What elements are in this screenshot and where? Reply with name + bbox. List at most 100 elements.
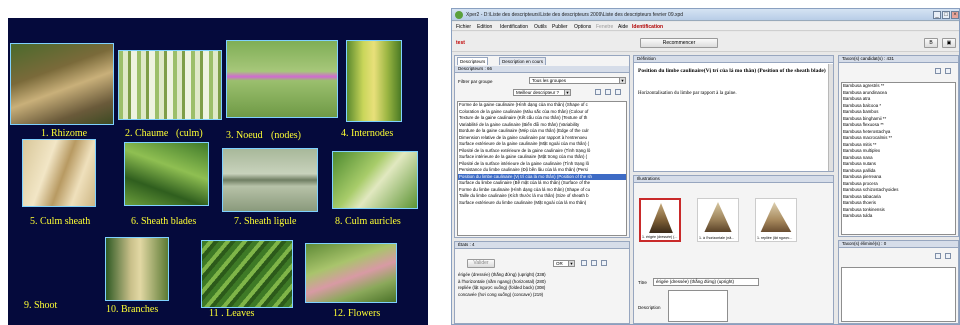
definition-body: Horizontalisation du limbe par rapport à… — [638, 91, 737, 96]
sort-states-icon[interactable] — [581, 260, 587, 266]
descriptor-list-item[interactable]: Surface extérieure du limbe caulinaire (… — [458, 200, 626, 207]
restart-button[interactable]: Recommencer — [640, 38, 718, 48]
caption-sheath-blades: 6. Sheath blades — [131, 216, 197, 227]
definition-scrollbar[interactable] — [828, 64, 833, 171]
menu-options[interactable]: Options — [574, 24, 591, 30]
eliminated-sort-icon[interactable] — [945, 253, 951, 259]
internodes-photo — [346, 40, 402, 122]
culm-photo — [118, 50, 222, 120]
thumb-caption: 1. à l'horizontale (nă... — [699, 236, 735, 240]
menu-outils[interactable]: Outils — [534, 24, 547, 30]
validate-button[interactable]: Valider — [467, 259, 495, 268]
states-panel: États : 4 Valider OR ▼ érigée (dressée) … — [454, 241, 630, 324]
descriptor-list[interactable]: Forme de la gaine caulinaire (Hình dạng … — [457, 101, 627, 236]
states-header: États : 4 — [455, 242, 629, 249]
thumb-caption: 1. érigée (dressée) (... — [642, 235, 678, 239]
menu-edition[interactable]: Edition — [477, 24, 492, 30]
window-title: Xper2 - D:\Liste des descripteurs\Liste … — [466, 12, 684, 18]
caption-branches: 10. Branches — [106, 304, 159, 315]
caption-node: 3. Noeud — [226, 130, 263, 141]
states-filter-icon[interactable] — [601, 260, 607, 266]
tab-descripteurs[interactable]: Descripteurs — [457, 57, 489, 65]
chevron-down-icon: ▼ — [568, 261, 574, 266]
definition-header: Définition — [634, 56, 833, 63]
flowers-photo — [305, 243, 397, 303]
operator-value: OR — [556, 261, 563, 266]
candidates-header: Taxon(s) candidat(s) : 431 — [839, 56, 958, 63]
sort-az-icon[interactable] — [595, 89, 601, 95]
caption-shoot: 9. Shoot — [24, 300, 58, 311]
caption-culm-auricles: 8. Culm auricles — [335, 216, 401, 227]
bamboo-parts-slide: 1. Rhizome 2. Chaume (culm) 3. Noeud (no… — [8, 18, 428, 325]
chevron-down-icon: ▼ — [619, 78, 625, 83]
sheath-blades-photo — [124, 142, 209, 206]
operator-select[interactable]: OR ▼ — [553, 260, 575, 267]
menu-fenetre[interactable]: Fenetre — [596, 24, 613, 30]
illustrations-panel: Illustrations 1. érigée (dressée) (... 1… — [633, 175, 834, 324]
best-descriptor-select[interactable]: Meilleur descripteur ? ▼ — [513, 89, 571, 96]
state-list-item[interactable]: concavée (hơi cong xuống) (concave) (219… — [457, 292, 627, 299]
filter-label: Filtrer par groupe — [458, 79, 493, 84]
illustration-thumb-erigee[interactable]: 1. érigée (dressée) (... — [639, 198, 681, 242]
xper2-window: Xper2 - D:\Liste des descripteurs\Liste … — [451, 8, 960, 325]
states-options-icon[interactable] — [591, 260, 597, 266]
descriptors-header: Descripteurs : 66 — [455, 66, 629, 73]
culm-auricles-photo — [332, 151, 418, 209]
culm-sheath-photo — [22, 139, 96, 207]
states-list[interactable]: érigée (dressée) (thẳng đứng) (upright) … — [457, 272, 627, 322]
menu-bar: Fichier Edition Identification Outils Pu… — [452, 22, 959, 31]
sort-taxa-icon[interactable] — [935, 68, 941, 74]
caption-internodes: 4. Internodes — [341, 128, 394, 139]
close-icon[interactable]: × — [951, 11, 959, 19]
illustration-thumb-horizontale[interactable]: 1. à l'horizontale (nă... — [697, 198, 739, 242]
rhizome-photo — [10, 43, 114, 125]
group-filter-select[interactable]: Tous les groupes ▼ — [529, 77, 626, 84]
best-descriptor-value: Meilleur descripteur ? — [516, 90, 560, 95]
project-name: test — [456, 40, 465, 46]
menu-publier[interactable]: Publier — [552, 24, 568, 30]
caption-rhizome: 1. Rhizome — [41, 128, 88, 139]
filter-options-icon[interactable] — [615, 89, 621, 95]
menu-fichier[interactable]: Fichier — [456, 24, 471, 30]
sheath-ligule-photo — [222, 148, 318, 212]
node-photo — [226, 40, 338, 118]
menu-identification[interactable]: Identification — [500, 24, 528, 30]
illustration-description-field[interactable] — [668, 290, 728, 322]
sheath-blade-image — [704, 202, 732, 232]
toolbar-icon-button-1[interactable]: B — [924, 38, 938, 48]
definition-panel: Définition Position du limbe caulinaire(… — [633, 55, 834, 172]
eliminated-options-icon[interactable] — [935, 253, 941, 259]
tab-description-en-cours[interactable]: Description en cours — [499, 57, 547, 65]
title-bar: Xper2 - D:\Liste des descripteurs\Liste … — [452, 9, 959, 21]
taxa-options-icon[interactable] — [945, 68, 951, 74]
caption-culm-en: (culm) — [176, 128, 203, 139]
sort-options-icon[interactable] — [605, 89, 611, 95]
app-icon — [455, 11, 463, 19]
branches-photo — [105, 237, 169, 301]
menu-identification-mode[interactable]: Identification — [632, 24, 663, 30]
candidate-taxa-list[interactable]: Bambusa agrestris ** Bambusa arundinacea B… — [841, 82, 956, 235]
sheath-blade-image — [649, 203, 673, 233]
eliminated-taxa-list[interactable] — [841, 267, 956, 322]
caption-flowers: 12. Flowers — [333, 308, 381, 319]
candidates-panel: Taxon(s) candidat(s) : 431 Bambusa agres… — [838, 55, 959, 237]
descriptors-panel: Descripteurs Description en cours Descri… — [454, 55, 630, 238]
definition-title: Position du limbe caulinaire(Vị trí của … — [638, 68, 826, 74]
illustration-title-field[interactable]: érigée (dressée) (thẳng đứng) (upright) — [653, 278, 759, 286]
illustrations-header: Illustrations — [634, 176, 833, 183]
group-filter-value: Tous les groupes — [532, 78, 567, 83]
eliminated-panel: Taxon(s) éliminé(s) : 0 — [838, 240, 959, 324]
toolbar-icon-button-2[interactable]: ▣ — [942, 38, 956, 48]
eliminated-header: Taxon(s) éliminé(s) : 0 — [839, 241, 958, 248]
caption-culm-sheath: 5. Culm sheath — [30, 216, 91, 227]
candidate-taxon-item[interactable]: Bambusa tulda — [842, 213, 955, 220]
chevron-down-icon: ▼ — [564, 90, 570, 95]
caption-leaves: 11 . Leaves — [209, 308, 255, 319]
maximize-icon[interactable]: □ — [942, 11, 950, 19]
caption-sheath-ligule: 7. Sheath ligule — [234, 216, 297, 227]
leaves-photo — [201, 240, 293, 308]
menu-aide[interactable]: Aide — [618, 24, 628, 30]
illustration-thumb-repliee[interactable]: 1. repliée (lật ngược... — [755, 198, 797, 242]
minimize-icon[interactable]: _ — [933, 11, 941, 19]
title-label: Titre — [638, 280, 647, 285]
